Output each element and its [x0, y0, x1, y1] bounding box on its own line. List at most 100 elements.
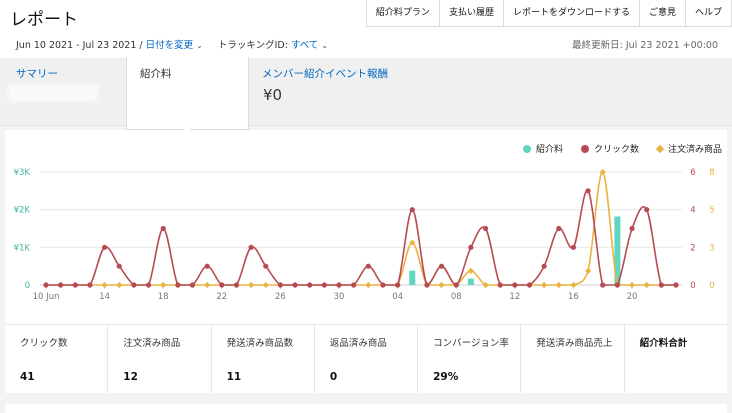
- x-tick-label: 18: [158, 292, 169, 302]
- tracking-id-label: トラッキングID:: [217, 40, 291, 51]
- tab-summary[interactable]: サマリー: [16, 66, 58, 81]
- clicks-point: [307, 282, 313, 288]
- change-date-link[interactable]: 日付を変更: [146, 40, 194, 51]
- orders-point: [204, 281, 211, 289]
- clicks-point: [204, 263, 210, 269]
- clicks-point: [277, 282, 284, 288]
- stat-ordered-items: 注文済み商品 12: [108, 325, 212, 393]
- clicks-point: [614, 282, 620, 288]
- clicks-point: [116, 263, 122, 269]
- clicks-point: [644, 207, 650, 213]
- legend-label: 注文済み商品: [667, 145, 722, 155]
- orders-point: [467, 267, 474, 274]
- chevron-down-icon[interactable]: ⌄: [196, 41, 203, 50]
- orders-line: [45, 171, 676, 286]
- y-right-orders-tick-label: 3: [709, 243, 714, 253]
- stat-shipped-revenue: 発送済み商品売上: [521, 325, 625, 393]
- stat-label: 返品済み商品: [329, 338, 387, 349]
- tracking-id-select[interactable]: すべて: [291, 40, 318, 51]
- y-right-clicks-tick-label: 6: [690, 168, 695, 178]
- tab-member-event-reward[interactable]: メンバー紹介イベント報酬: [262, 66, 388, 81]
- y-left-tick-label: ¥2K: [14, 206, 31, 216]
- stat-label: 紹介料合計: [639, 338, 688, 349]
- clicks-point: [468, 244, 474, 250]
- orders-point: [262, 281, 269, 289]
- nav-payment-history-button[interactable]: 支払い履歴: [440, 0, 504, 26]
- stat-value: 41: [20, 371, 35, 383]
- clicks-point: [556, 225, 562, 232]
- clicks-point: [189, 282, 196, 288]
- stat-total-commission: 紹介料合計: [625, 325, 727, 393]
- stat-label: コンバージョン率: [433, 338, 509, 349]
- x-tick-label: 16: [568, 292, 579, 302]
- stats-row: クリック数 41 注文済み商品 12 発送済み商品数 11 返品済み商品 0 コ…: [5, 324, 727, 393]
- x-tick-label: 08: [451, 292, 462, 302]
- stat-label: 注文済み商品: [123, 338, 181, 349]
- chevron-down-icon[interactable]: ⌄: [321, 41, 328, 50]
- top-nav: 紹介料プラン 支払い履歴 レポートをダウンロードする ご意見 ヘルプ: [365, 0, 732, 27]
- legend-dot-icon: [522, 144, 531, 153]
- nav-feedback-button[interactable]: ご意見: [640, 0, 686, 26]
- clicks-point: [482, 225, 489, 232]
- stat-clicks: クリック数 41: [5, 325, 109, 393]
- clicks-point: [585, 188, 591, 194]
- clicks-point: [131, 282, 137, 288]
- clicks-point: [160, 225, 166, 232]
- stat-shipped-items: 発送済み商品数 11: [212, 325, 315, 393]
- y-right-orders-tick-label: 8: [709, 168, 714, 178]
- orders-point: [248, 281, 255, 289]
- x-tick-label: 30: [334, 292, 345, 302]
- x-tick-label: 22: [216, 292, 227, 302]
- clicks-point: [453, 282, 459, 288]
- legend-item-clicks[interactable]: クリック数: [580, 142, 639, 155]
- chart-legend: 紹介料 クリック数 注文済み商品: [522, 142, 722, 155]
- legend-item-commission[interactable]: 紹介料: [522, 142, 563, 155]
- y-right-orders-tick-label: 0: [709, 281, 714, 291]
- x-tick-label: 04: [392, 292, 403, 302]
- orders-point: [101, 281, 108, 289]
- y-right-clicks-tick-label: 2: [690, 243, 695, 253]
- clicks-point: [658, 282, 664, 288]
- nav-help-button[interactable]: ヘルプ: [686, 0, 732, 26]
- date-range: Jun 10 2021 - Jul 23 2021 /: [16, 40, 146, 51]
- clicks-point: [512, 282, 518, 288]
- x-tick-label: 14: [99, 292, 110, 302]
- stat-conversion-rate: コンバージョン率 29%: [418, 325, 522, 393]
- clicks-point: [497, 282, 503, 288]
- orders-point: [628, 281, 636, 289]
- performance-chart: 0 ¥1K ¥2K ¥3K 0 2 4 6 0 3 5 8 10 Jun 14 18 22 26 30 04 08 12…: [14, 168, 715, 302]
- clicks-point: [43, 282, 49, 288]
- clicks-point: [600, 282, 606, 288]
- clicks-point: [570, 244, 577, 250]
- x-tick-label: 26: [275, 292, 286, 302]
- y-left-tick-label: ¥3K: [14, 168, 31, 178]
- tab-commission[interactable]: 紹介料: [126, 57, 249, 130]
- clicks-point: [673, 282, 679, 288]
- clicks-point: [219, 282, 225, 288]
- clicks-point: [72, 282, 78, 288]
- clicks-point: [526, 282, 533, 288]
- legend-item-ordered[interactable]: 注文済み商品: [655, 142, 722, 155]
- clicks-point: [409, 207, 415, 213]
- legend-dot-icon: [580, 144, 589, 153]
- y-right-clicks-tick-label: 4: [690, 206, 695, 216]
- member-event-reward-value: ¥0: [263, 86, 283, 104]
- orders-point: [584, 267, 592, 274]
- clicks-point: [351, 282, 357, 288]
- nav-commission-plan-button[interactable]: 紹介料プラン: [367, 0, 440, 26]
- legend-diamond-icon: [655, 144, 665, 153]
- redacted-value: [8, 84, 98, 102]
- x-tick-label: 12: [509, 292, 520, 302]
- orders-point: [555, 281, 562, 289]
- bottom-panel: [5, 404, 727, 413]
- commission-bar: [409, 270, 416, 285]
- stat-label: 発送済み商品数: [226, 338, 294, 349]
- clicks-point: [438, 263, 445, 269]
- nav-download-report-button[interactable]: レポートをダウンロードする: [504, 0, 640, 26]
- last-updated: 最終更新日: Jul 23 2021 +00:00: [572, 40, 718, 51]
- tab-commission-label: 紹介料: [140, 68, 172, 80]
- stat-value: 0: [329, 371, 338, 383]
- x-tick-label: 20: [627, 292, 638, 302]
- orders-point: [438, 281, 445, 289]
- orders-point: [570, 281, 577, 289]
